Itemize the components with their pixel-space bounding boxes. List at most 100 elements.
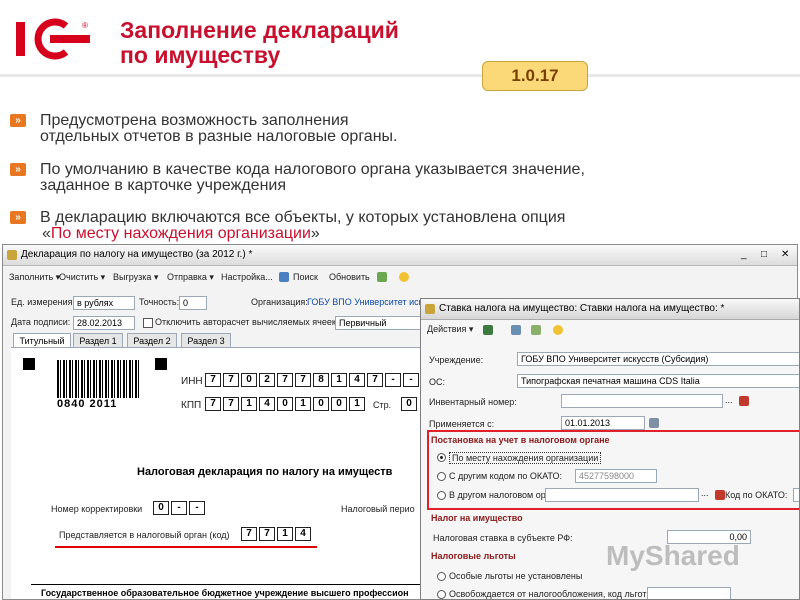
search-button[interactable]: Поиск (293, 267, 318, 287)
send-button[interactable]: Отправка ▾ (167, 267, 214, 287)
radio-exempt-label[interactable]: Освобождается от налогообложения, код ль… (449, 589, 655, 599)
help-icon[interactable] (399, 272, 409, 282)
applied-date-field[interactable]: 01.01.2013 (561, 416, 645, 430)
inn-cell[interactable]: 8 (313, 373, 329, 387)
kpp-cell[interactable]: 0 (277, 397, 293, 411)
inn-cell[interactable]: 7 (223, 373, 239, 387)
institution-field[interactable]: ГОБУ ВПО Университет искусств (Субсидия) (517, 352, 799, 366)
inn-cell[interactable]: 7 (367, 373, 383, 387)
inn-cell[interactable]: 2 (259, 373, 275, 387)
watermark: MyShared (606, 540, 740, 571)
kpp-cell[interactable]: 0 (313, 397, 329, 411)
header-divider (0, 74, 800, 77)
copy-icon[interactable] (511, 325, 521, 335)
org-label: Организация: (251, 297, 308, 307)
kpp-cell[interactable]: 1 (349, 397, 365, 411)
date-field[interactable]: 28.02.2013 (73, 316, 135, 330)
inn-cell[interactable]: - (385, 373, 401, 387)
tab-section-2[interactable]: Раздел 2 (127, 333, 177, 347)
authority-cell[interactable]: 1 (277, 527, 293, 541)
inn-cell[interactable]: 7 (277, 373, 293, 387)
asset-field[interactable]: Типографская печатная машина CDS Italia (517, 374, 799, 388)
record-icon[interactable] (531, 325, 541, 335)
unit-label: Ед. измерения: (11, 297, 75, 307)
radio-no-benefits-label[interactable]: Особые льготы не установлены (449, 571, 582, 581)
unit-select[interactable]: в рублях (73, 296, 135, 310)
radio-exempt[interactable] (437, 590, 446, 599)
inn-cell[interactable]: 7 (205, 373, 221, 387)
maximize-icon[interactable]: □ (761, 245, 767, 265)
kpp-cell[interactable]: 7 (223, 397, 239, 411)
applied-label: Применяется с: (429, 419, 495, 429)
precision-stepper[interactable]: 0 (179, 296, 207, 310)
export-button[interactable]: Выгрузка ▾ (113, 267, 158, 287)
radio-no-benefits[interactable] (437, 572, 446, 581)
correction-cell[interactable]: - (171, 501, 187, 515)
inn-cell[interactable]: 1 (331, 373, 347, 387)
benefit-code-field[interactable] (647, 587, 731, 599)
window-titlebar: Декларация по налогу на имущество (за 20… (3, 245, 797, 266)
radio-other-authority[interactable] (437, 491, 446, 500)
tab-section-1[interactable]: Раздел 1 (73, 333, 123, 347)
correction-label: Номер корректировки (51, 504, 143, 514)
authority-cell[interactable]: 4 (295, 527, 311, 541)
calendar-icon[interactable] (649, 418, 659, 428)
document-icon (7, 250, 17, 260)
okato-field[interactable]: 45277598000 (575, 469, 657, 483)
inventory-label: Инвентарный номер: (429, 397, 517, 407)
barcode-number: 0840 2011 (57, 398, 118, 410)
radio-by-location-label[interactable]: По месту нахождения организации (449, 452, 602, 464)
save-icon[interactable] (483, 325, 493, 335)
kpp-cell[interactable]: 7 (205, 397, 221, 411)
svg-text:®: ® (82, 21, 88, 30)
settings-button[interactable]: Настройка... (221, 267, 273, 287)
green-icon[interactable] (377, 272, 387, 282)
authority-label: Представляется в налоговый орган (код) (59, 530, 230, 540)
autocalc-checkbox[interactable] (143, 318, 153, 328)
help-icon[interactable] (553, 325, 563, 335)
search-icon[interactable] (279, 272, 289, 282)
correction-cell[interactable]: - (189, 501, 205, 515)
fill-button[interactable]: Заполнить ▾ (9, 267, 60, 287)
authority-cell[interactable]: 7 (259, 527, 275, 541)
inn-cell[interactable]: 7 (295, 373, 311, 387)
tax-section-title: Налог на имущество (431, 513, 523, 523)
kpp-label: КПП (181, 400, 202, 411)
clear-icon[interactable] (715, 490, 725, 500)
kpp-cell[interactable]: 1 (241, 397, 257, 411)
close-icon[interactable]: ✕ (781, 245, 789, 265)
declaration-title: Налоговая декларация по налогу на имущес… (137, 466, 393, 478)
other-authority-field[interactable] (545, 488, 699, 502)
institution-label: Учреждение: (429, 355, 484, 365)
refresh-button[interactable]: Обновить (329, 267, 370, 287)
radio-other-okato-label[interactable]: С другим кодом по ОКАТО: (449, 471, 562, 481)
inn-cell[interactable]: 0 (241, 373, 257, 387)
bullet-text-1: Предусмотрена возможность заполнения отде… (40, 112, 398, 145)
kpp-cell[interactable]: 0 (331, 397, 347, 411)
inn-cell[interactable]: 4 (349, 373, 365, 387)
radio-by-location[interactable] (437, 453, 446, 462)
kind-select[interactable]: Первичный (335, 316, 423, 330)
select-icon[interactable]: ... (701, 488, 709, 498)
radio-other-okato[interactable] (437, 472, 446, 481)
tab-title[interactable]: Титульный (13, 333, 71, 347)
authority-cell[interactable]: 7 (241, 527, 257, 541)
kpp-cell[interactable]: 1 (295, 397, 311, 411)
correction-cell[interactable]: 0 (153, 501, 169, 515)
precision-label: Точность: (139, 297, 180, 307)
clear-icon[interactable] (739, 396, 749, 406)
divider (31, 584, 421, 585)
select-icon[interactable]: ... (725, 395, 733, 405)
page-cell[interactable]: 0 (401, 397, 417, 411)
highlight-underline (55, 546, 317, 548)
minimize-icon[interactable]: _ (741, 245, 747, 265)
kpp-cell[interactable]: 4 (259, 397, 275, 411)
rate-label: Налоговая ставка в субъекте РФ: (433, 533, 573, 543)
clear-button[interactable]: Очистить ▾ (59, 267, 105, 287)
actions-menu[interactable]: Действия ▾ (427, 324, 473, 335)
okato-code-field[interactable] (793, 488, 799, 502)
corner-marker (155, 358, 167, 370)
inventory-field[interactable] (561, 394, 723, 408)
tab-section-3[interactable]: Раздел 3 (181, 333, 231, 347)
inn-cell[interactable]: - (403, 373, 419, 387)
